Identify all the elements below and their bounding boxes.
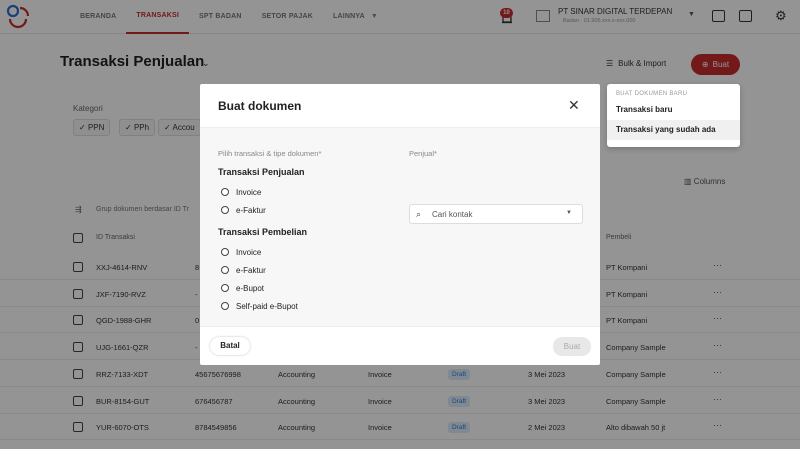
option-pembelian-invoice[interactable]: Invoice [236, 248, 261, 257]
radio-pembelian-ebupot[interactable] [221, 284, 229, 292]
search-icon: ⌕ [416, 209, 422, 219]
option-pembelian-selfpaid[interactable]: Self-paid e-Bupot [236, 302, 298, 311]
radio-pembelian-efaktur[interactable] [221, 266, 229, 274]
seller-search-select[interactable]: ⌕ Cari kontak ▼ [409, 204, 583, 224]
modal-title: Buat dokumen [218, 99, 302, 113]
transaction-type-label: Pilih transaksi & tipe dokumen* [218, 149, 322, 158]
menu-item-transaksi-sudah-ada[interactable]: Transaksi yang sudah ada [607, 120, 740, 140]
option-pembelian-efaktur[interactable]: e-Faktur [236, 266, 266, 275]
menu-item-transaksi-baru[interactable]: Transaksi baru [607, 100, 740, 120]
close-icon[interactable]: ✕ [568, 97, 580, 114]
radio-penjualan-invoice[interactable] [221, 188, 229, 196]
chevron-down-icon: ▼ [566, 210, 572, 216]
cancel-button[interactable]: Batal [210, 337, 250, 355]
seller-label: Penjual* [409, 149, 437, 158]
radio-pembelian-invoice[interactable] [221, 248, 229, 256]
radio-penjualan-efaktur[interactable] [221, 206, 229, 214]
option-pembelian-ebupot[interactable]: e-Bupot [236, 284, 264, 293]
section-penjualan-title: Transaksi Penjualan [218, 167, 305, 177]
seller-placeholder: Cari kontak [432, 210, 473, 219]
dropdown-header: BUAT DOKUMEN BARU [616, 91, 688, 97]
buat-dokumen-modal: Buat dokumen ✕ Pilih transaksi & tipe do… [200, 84, 600, 365]
option-penjualan-efaktur[interactable]: e-Faktur [236, 206, 266, 215]
create-dropdown-menu: BUAT DOKUMEN BARU Transaksi baru Transak… [607, 84, 740, 147]
radio-pembelian-selfpaid[interactable] [221, 302, 229, 310]
submit-button[interactable]: Buat [553, 337, 591, 356]
modal-body: Pilih transaksi & tipe dokumen* Penjual*… [200, 127, 600, 327]
section-pembelian-title: Transaksi Pembelian [218, 227, 308, 237]
option-penjualan-invoice[interactable]: Invoice [236, 188, 261, 197]
